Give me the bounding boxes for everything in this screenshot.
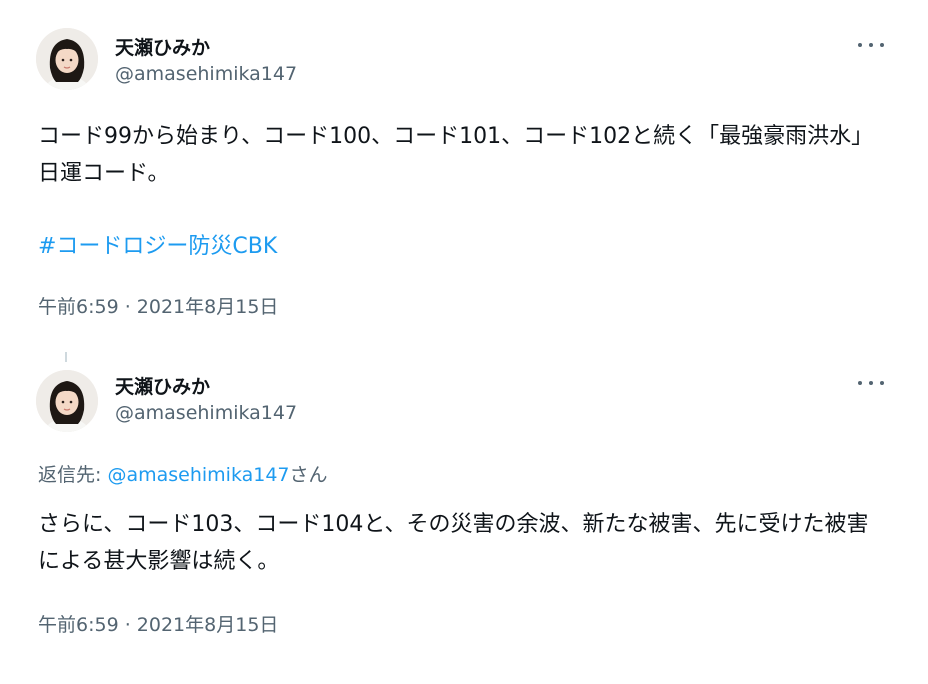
author-handle[interactable]: @amasehimika147 [115, 402, 297, 424]
more-horizontal-icon [858, 381, 862, 385]
more-options-button[interactable] [858, 372, 884, 394]
profile-avatar-image [36, 370, 98, 432]
tweet-timestamp[interactable]: 午前6:59 · 2021年8月15日 [38, 292, 278, 319]
tweet-text: さらに、コード103、コード104と、その災害の余波、新たな被害、先に受けた被害… [38, 512, 869, 574]
thread-connector-line [65, 352, 67, 362]
tweet-reply: 天瀬ひみか @amasehimika147 返信先: @amasehimika1… [0, 340, 928, 684]
avatar[interactable] [36, 370, 98, 432]
more-horizontal-icon-dot [869, 43, 873, 47]
reply-prefix: 返信先: [38, 464, 108, 486]
profile-avatar-image [36, 28, 98, 90]
hashtag-link[interactable]: #コードロジー防災CBK [38, 228, 277, 265]
more-horizontal-icon-dot [880, 381, 884, 385]
reply-mention-link[interactable]: @amasehimika147 [107, 464, 289, 486]
tweet-thread: 天瀬ひみか @amasehimika147 コード99から始まり、コード100、… [0, 0, 928, 684]
more-horizontal-icon-dot [880, 43, 884, 47]
reply-suffix: さん [289, 464, 328, 486]
more-options-button[interactable] [858, 34, 884, 56]
replying-to: 返信先: @amasehimika147さん [38, 460, 328, 487]
author-name[interactable]: 天瀬ひみか [115, 372, 210, 399]
avatar[interactable] [36, 28, 98, 90]
author-handle[interactable]: @amasehimika147 [115, 63, 297, 85]
more-horizontal-icon-dot [869, 381, 873, 385]
tweet-text: コード99から始まり、コード100、コード101、コード102と続く「最強豪雨洪… [38, 124, 874, 186]
tweet-timestamp[interactable]: 午前6:59 · 2021年8月15日 [38, 610, 278, 637]
author-name[interactable]: 天瀬ひみか [115, 33, 210, 60]
more-horizontal-icon [858, 43, 862, 47]
tweet: 天瀬ひみか @amasehimika147 コード99から始まり、コード100、… [0, 0, 928, 340]
